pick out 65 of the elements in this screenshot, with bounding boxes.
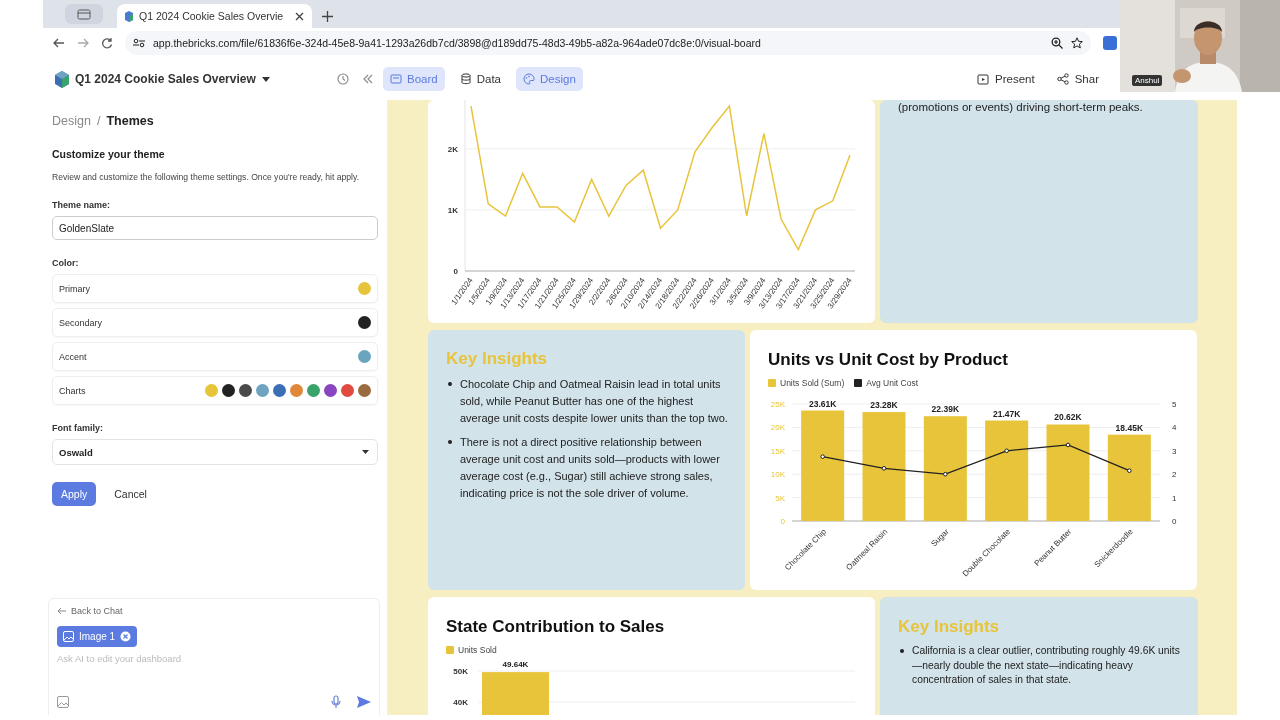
browser-tab[interactable]: Q1 2024 Cookie Sales Overvie bbox=[117, 4, 313, 28]
color-row[interactable]: Accent bbox=[52, 342, 378, 371]
participant-name: Anshul bbox=[1132, 75, 1163, 86]
axis-label: 1K bbox=[447, 205, 458, 215]
mode-tab[interactable]: Data bbox=[452, 67, 508, 91]
color-label: Secondary bbox=[59, 317, 103, 328]
axis-label: 2K bbox=[447, 144, 458, 154]
axis-label: 4 bbox=[1172, 423, 1177, 433]
insight-text: (promotions or events) driving short-term peaks. bbox=[897, 101, 1144, 113]
axis-label: 5 bbox=[1172, 400, 1177, 409]
breadcrumb-item[interactable]: Design bbox=[52, 114, 91, 128]
axis-label: 50K bbox=[453, 667, 468, 676]
value-label: 18.45K bbox=[1115, 422, 1144, 433]
axis-label: 5K bbox=[775, 493, 785, 503]
insight-text: California is a clear outlier, contributing roughly 49.6K units—nearly double the next state—indicating heavy concentration of sales in that state. bbox=[912, 644, 1181, 687]
color-label: Primary bbox=[59, 283, 90, 294]
axis-label: 0 bbox=[453, 267, 458, 276]
color-row[interactable]: Primary bbox=[52, 274, 378, 303]
legend-label: Avg Unit Cost bbox=[866, 378, 919, 388]
legend-label: Units Sold bbox=[458, 645, 497, 655]
chat-input[interactable]: Ask AI to edit your dashboard bbox=[57, 653, 371, 664]
font-dropdown[interactable]: Oswald bbox=[52, 439, 378, 465]
attachment-chip[interactable]: Image 1 bbox=[57, 626, 138, 647]
breadcrumb-separator: / bbox=[96, 114, 101, 128]
cancel-button[interactable]: Cancel bbox=[106, 482, 155, 506]
description-text: Review and customize the following theme settings. Once you're ready, hit apply. bbox=[52, 172, 361, 182]
section-heading: Customize your theme bbox=[52, 148, 166, 160]
value-label: 49.64K bbox=[502, 660, 529, 670]
axis-label: 0 bbox=[780, 517, 785, 526]
field-label: Theme name: bbox=[52, 200, 112, 210]
value-label: 20.62K bbox=[1054, 412, 1082, 423]
axis-label: 3 bbox=[1172, 446, 1177, 456]
color-row[interactable]: Charts bbox=[52, 376, 378, 405]
field-label: Font family: bbox=[52, 423, 104, 433]
header-action-button[interactable]: Shar bbox=[1056, 73, 1099, 85]
breadcrumb-item: Themes bbox=[106, 114, 154, 128]
back-link[interactable]: Back to Chat bbox=[57, 606, 371, 616]
value-label: 23.28K bbox=[870, 400, 898, 411]
insight-text: Chocolate Chip and Oatmeal Raisin lead in total units sold, while Peanut Butter has one of the highest average unit costs despite lower units than the top two. bbox=[460, 377, 729, 426]
chart-title: State Contribution to Sales bbox=[445, 616, 666, 637]
color-label: Charts bbox=[59, 385, 86, 396]
chart-title: Units vs Unit Cost by Product bbox=[767, 349, 1009, 370]
header-action-button[interactable]: Present bbox=[977, 73, 1035, 85]
apply-button[interactable]: Apply bbox=[52, 482, 97, 506]
axis-label: 2 bbox=[1172, 470, 1177, 480]
axis-label: 0 bbox=[1172, 517, 1177, 526]
axis-label: 40K bbox=[453, 698, 468, 707]
axis-label: 10K bbox=[770, 470, 785, 480]
axis-label: 1 bbox=[1172, 493, 1177, 503]
insights-title: Key Insights bbox=[897, 616, 1001, 637]
axis-label: 15K bbox=[770, 446, 785, 456]
color-label: Accent bbox=[59, 351, 87, 362]
axis-label: 25K bbox=[770, 400, 785, 409]
axis-label: 20K bbox=[770, 423, 785, 433]
insights-title: Key Insights bbox=[445, 348, 549, 369]
legend-label: Units Sold (Sum) bbox=[780, 378, 845, 388]
color-row[interactable]: Secondary bbox=[52, 308, 378, 337]
insight-text: There is not a direct positive relationship between average unit cost and units sold—products with lower average cost (e.g., Sugar) still achieve strong sales, indicating price is not the sole driver of volume. bbox=[460, 435, 721, 501]
dashboard-title: Q1 2024 Cookie Sales Overview bbox=[75, 72, 256, 86]
field-label: Color: bbox=[52, 258, 80, 268]
value-label: 23.61K bbox=[808, 398, 837, 409]
theme-name-field[interactable]: GoldenSlate bbox=[52, 216, 378, 240]
value-label: 21.47K bbox=[992, 408, 1021, 419]
value-label: 22.39K bbox=[931, 404, 960, 415]
address-bar[interactable]: app.thebricks.com/file/61836f6e-324d-45e8-9a41-1293a26db7cd/3898@d189dd75-48d3-49b5-a82a-964ade07dc8e:0/visual-board bbox=[125, 31, 1091, 55]
